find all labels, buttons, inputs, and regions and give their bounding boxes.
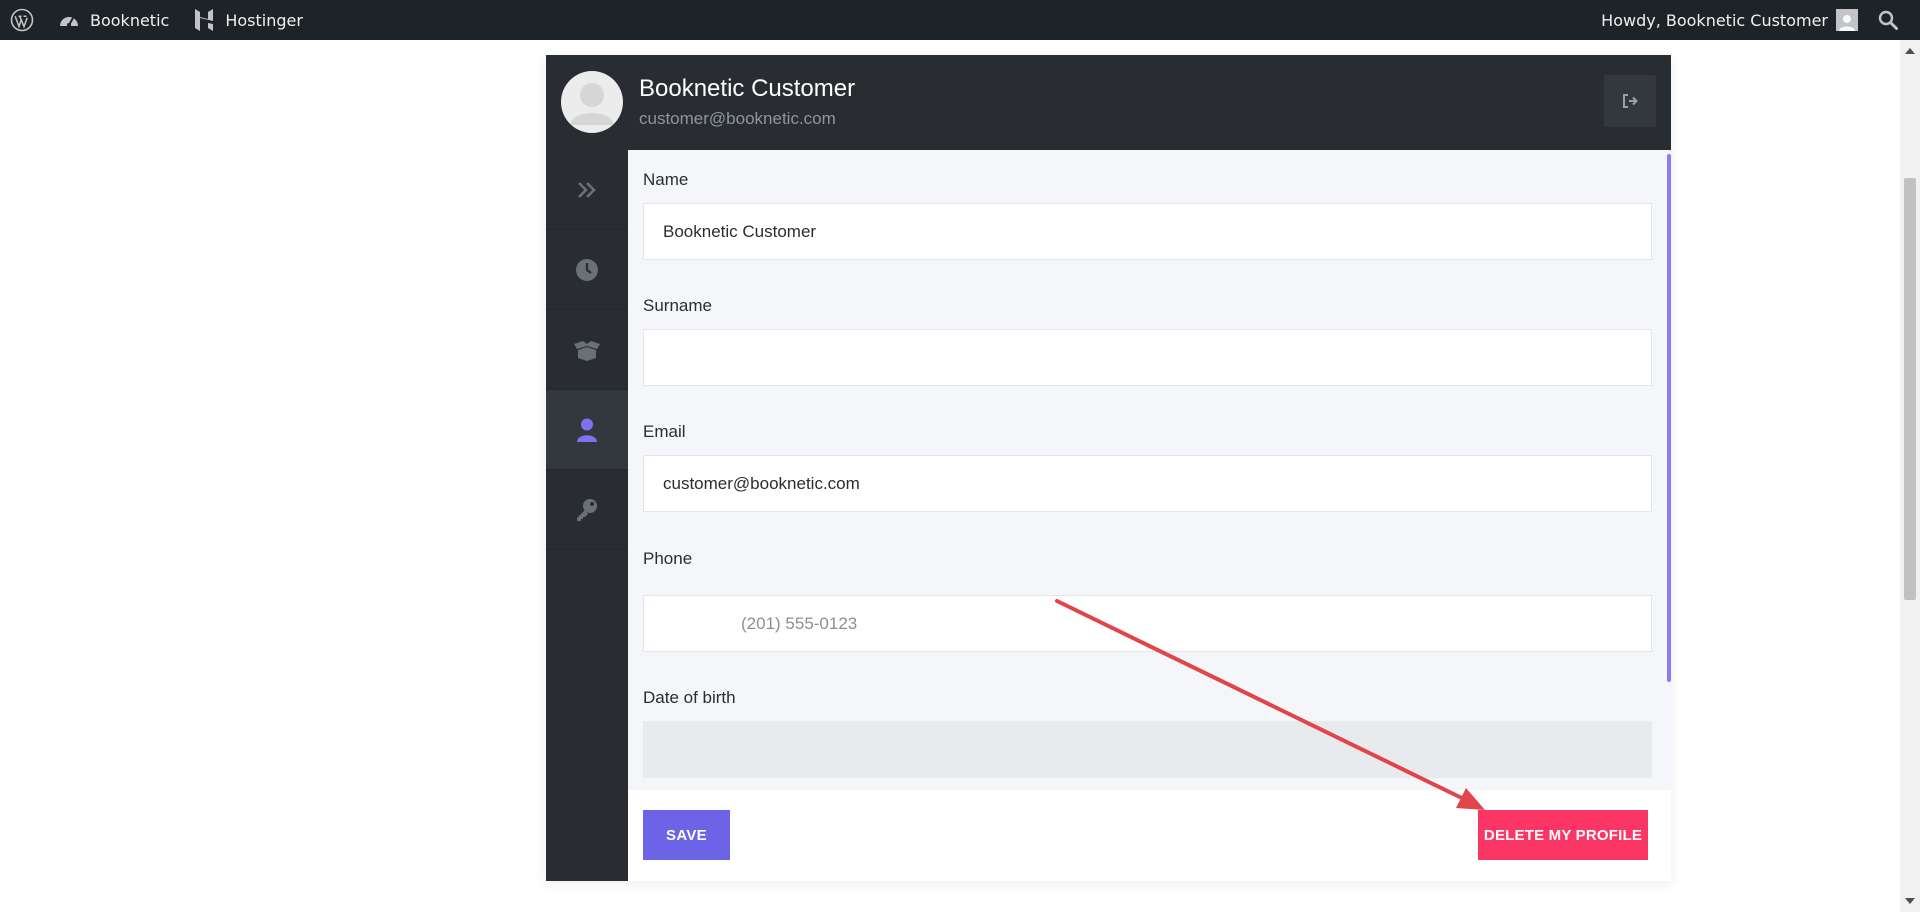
form-footer: SAVE DELETE MY PROFILE <box>628 790 1671 881</box>
surname-input[interactable] <box>643 329 1652 386</box>
my-account-menu[interactable]: Howdy, Booknetic Customer <box>1589 0 1866 40</box>
page-scrollbar[interactable] <box>1900 40 1920 912</box>
booknetic-menu[interactable]: Booknetic <box>46 0 181 40</box>
name-input[interactable]: Booknetic Customer <box>643 203 1652 260</box>
hostinger-menu[interactable]: Hostinger <box>181 0 315 40</box>
phone-placeholder: (201) 555-0123 <box>741 613 858 633</box>
howdy-greeting: Howdy, Booknetic Customer <box>1601 10 1828 30</box>
admin-bar-avatar <box>1836 9 1858 31</box>
logout-button[interactable] <box>1604 75 1656 127</box>
phone-label: Phone <box>643 549 693 568</box>
sidebar-item-packages[interactable] <box>546 310 628 390</box>
sidebar-item-appointments[interactable] <box>546 230 628 310</box>
dashboard-gauge-icon <box>60 17 78 27</box>
user-silhouette-icon <box>570 83 614 125</box>
customer-panel: Booknetic Customer customer@booknetic.co… <box>546 55 1671 881</box>
sidebar-item-change-password[interactable] <box>546 470 628 550</box>
box-open-icon <box>574 340 600 361</box>
wordpress-logo-icon <box>10 8 34 32</box>
admin-bar-search[interactable] <box>1866 0 1920 40</box>
wordpress-menu[interactable] <box>0 0 46 40</box>
email-label: Email <box>643 422 686 441</box>
save-button[interactable]: SAVE <box>643 810 730 860</box>
surname-label: Surname <box>643 296 712 315</box>
booknetic-menu-label: Booknetic <box>90 10 170 30</box>
user-icon <box>577 418 597 442</box>
panel-sidebar <box>546 150 628 881</box>
sidebar-item-profile[interactable] <box>546 390 628 470</box>
profile-name: Booknetic Customer <box>639 75 856 102</box>
delete-profile-button[interactable]: DELETE MY PROFILE <box>1478 810 1648 860</box>
dob-label: Date of birth <box>643 688 736 707</box>
hostinger-logo-icon <box>195 9 214 31</box>
profile-form: Name Booknetic Customer Surname Email cu… <box>628 150 1671 790</box>
profile-avatar <box>561 71 623 133</box>
hostinger-menu-label: Hostinger <box>225 10 303 30</box>
email-input[interactable]: customer@booknetic.com <box>643 455 1652 512</box>
dob-input[interactable] <box>643 721 1652 778</box>
user-avatar-icon <box>1839 15 1855 31</box>
key-icon <box>577 498 597 521</box>
wp-admin-bar: Booknetic Hostinger Howdy, Booknetic Cus… <box>0 0 1920 40</box>
double-chevron-right-icon <box>578 181 596 198</box>
page-scrollbar-thumb[interactable] <box>1904 178 1916 600</box>
panel-header: Booknetic Customer customer@booknetic.co… <box>546 55 1671 150</box>
phone-input[interactable]: (201) 555-0123 <box>643 595 1652 652</box>
form-scrollbar-thumb[interactable] <box>1667 154 1671 682</box>
clock-icon <box>576 258 598 281</box>
sidebar-toggle[interactable] <box>546 150 628 230</box>
profile-email: customer@booknetic.com <box>639 109 836 128</box>
scroll-up-arrow-icon[interactable] <box>1905 48 1915 54</box>
scroll-down-arrow-icon[interactable] <box>1905 898 1915 904</box>
search-icon <box>1878 10 1898 30</box>
name-label: Name <box>643 170 689 189</box>
sign-out-icon <box>1623 94 1638 108</box>
